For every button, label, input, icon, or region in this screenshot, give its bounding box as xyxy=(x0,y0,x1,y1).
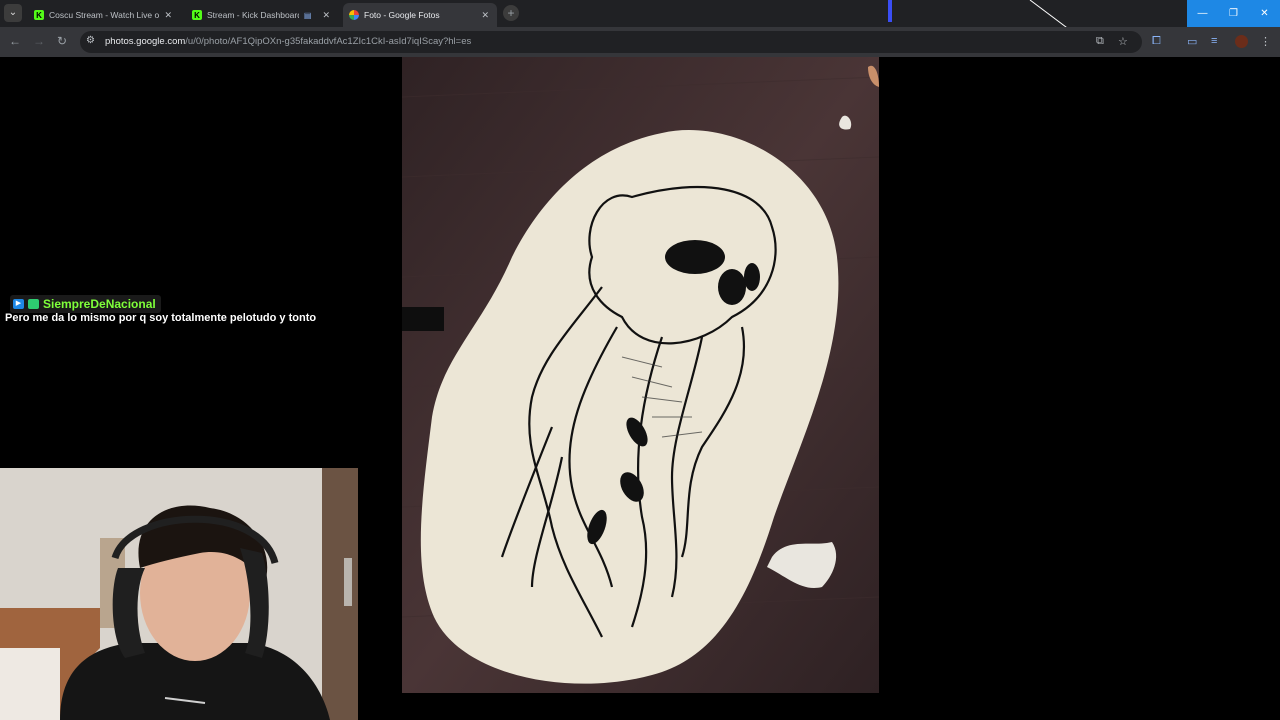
url-path: /u/0/photo/AF1QipOXn-g35fakaddvfAc1ZIc1C… xyxy=(185,36,472,47)
background-decoration xyxy=(888,0,1071,30)
jellyfish-drawing xyxy=(402,57,879,693)
overlay-shadow xyxy=(402,307,444,331)
close-icon[interactable]: ✕ xyxy=(481,10,489,21)
reload-icon[interactable]: ↻ xyxy=(57,34,67,48)
tab-coscu-stream[interactable]: K Coscu Stream - Watch Live on K ✕ xyxy=(28,3,180,27)
chat-message: ▶ SiempreDeNacional Pero me da lo mismo … xyxy=(5,292,316,324)
avatar[interactable] xyxy=(1235,35,1248,48)
tab-search-button[interactable]: ⌄ xyxy=(4,4,22,22)
google-photos-icon xyxy=(349,10,359,20)
tab-title: Coscu Stream - Watch Live on K xyxy=(49,10,160,20)
window-controls: — ❐ ✕ xyxy=(1187,0,1280,27)
tab-google-fotos[interactable]: Foto - Google Fotos ✕ xyxy=(343,3,497,27)
url-host: photos.google.com xyxy=(105,36,186,47)
forward-icon[interactable]: → xyxy=(33,34,45,48)
browser-toolbar: ← → ↻ ⚙ photos.google.com/u/0/photo/AF1Q… xyxy=(0,27,1280,57)
tab-kick-dashboard[interactable]: K Stream - Kick Dashboard ▤ ✕ xyxy=(186,3,338,27)
kick-icon: K xyxy=(34,10,44,20)
tab-title: Stream - Kick Dashboard xyxy=(207,10,299,20)
tab-media-icon: ▤ xyxy=(303,10,312,20)
restore-button[interactable]: ❐ xyxy=(1218,0,1249,27)
subscriber-badge-icon xyxy=(28,299,39,309)
cast-icon[interactable]: ▭ xyxy=(1187,35,1197,48)
install-app-icon[interactable]: ⧉ xyxy=(1096,35,1104,48)
back-icon[interactable]: ← xyxy=(9,34,21,48)
menu-icon[interactable]: ⋮ xyxy=(1260,35,1271,48)
chat-message-text: Pero me da lo mismo por q soy totalmente… xyxy=(5,312,317,324)
url-text[interactable]: photos.google.com/u/0/photo/AF1QipOXn-g3… xyxy=(105,36,471,47)
moderator-badge-icon: ▶ xyxy=(13,299,24,309)
close-icon[interactable]: ✕ xyxy=(164,10,172,21)
streamer-webcam xyxy=(0,468,358,720)
minimize-button[interactable]: — xyxy=(1187,0,1218,27)
tab-title: Foto - Google Fotos xyxy=(364,10,440,20)
site-info-icon[interactable]: ⚙ xyxy=(86,35,95,46)
jellyfish-tattoo-photo xyxy=(402,57,879,693)
webcam-overlay xyxy=(0,468,358,720)
new-tab-button[interactable]: + xyxy=(503,5,519,21)
extensions-icon[interactable]: ⧠ xyxy=(1152,35,1161,48)
bookmark-star-icon[interactable]: ☆ xyxy=(1118,35,1128,48)
chat-username: SiempreDeNacional xyxy=(43,297,156,311)
kick-icon: K xyxy=(192,10,202,20)
address-bar[interactable]: ⚙ photos.google.com/u/0/photo/AF1QipOXn-… xyxy=(80,31,1142,53)
close-icon[interactable]: ✕ xyxy=(322,10,330,21)
tab-strip: ⌄ K Coscu Stream - Watch Live on K ✕ K S… xyxy=(0,0,1280,30)
media-control-icon[interactable]: ≡ xyxy=(1211,35,1217,47)
close-window-button[interactable]: ✕ xyxy=(1249,0,1280,27)
chat-username-badge: ▶ SiempreDeNacional xyxy=(10,295,161,313)
